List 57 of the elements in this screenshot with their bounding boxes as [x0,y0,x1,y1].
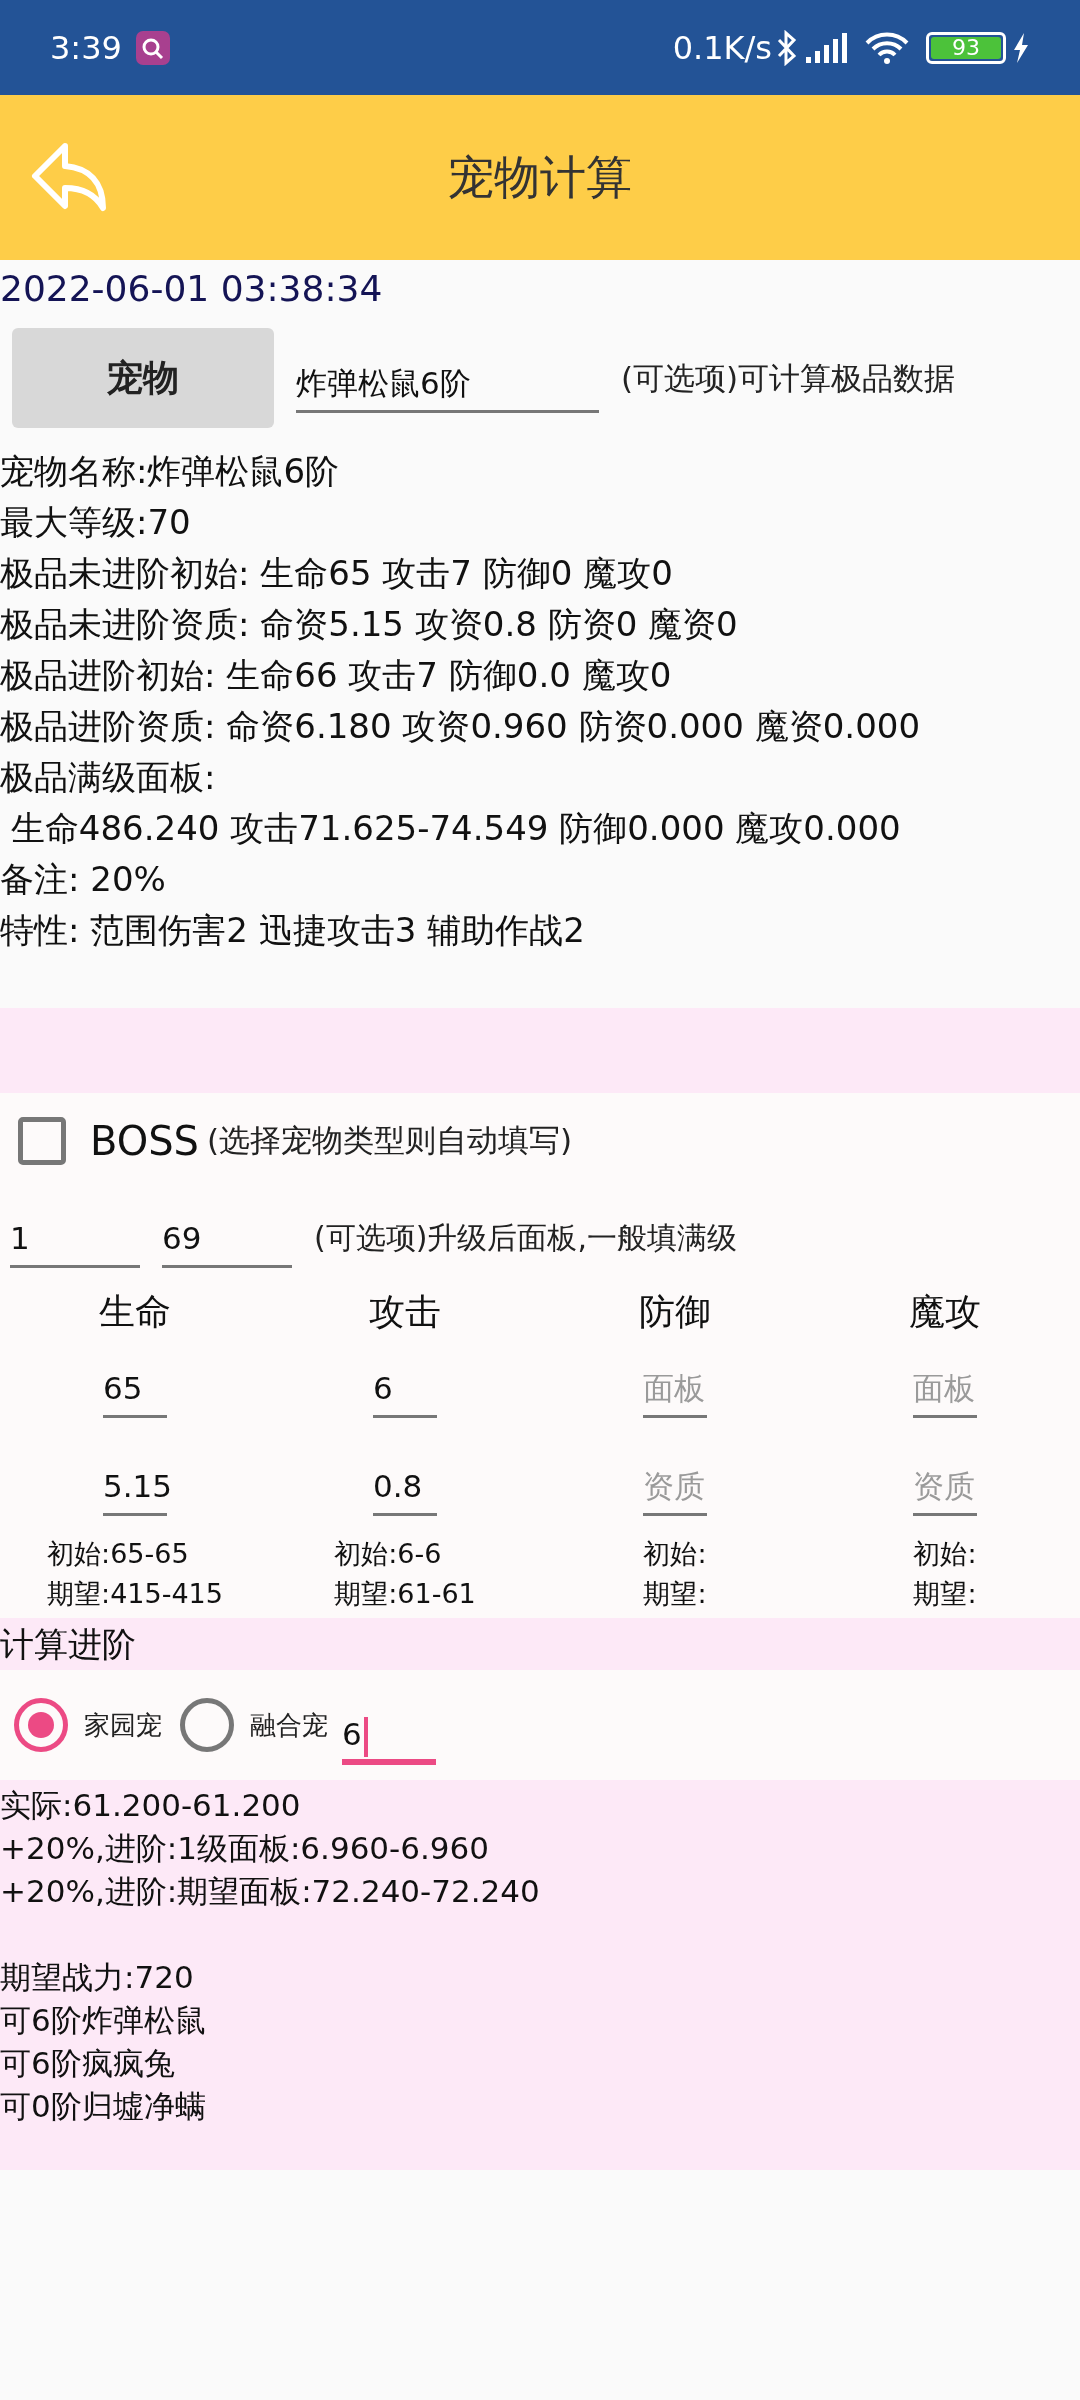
page-title: 宠物计算 [448,149,632,206]
level-to-field[interactable]: 69 [162,1214,292,1268]
aptitude-field[interactable]: 0.8 [373,1456,437,1516]
radio-label: 家园宠 [84,1708,162,1742]
initial-range: 初始:65-65 [47,1537,189,1571]
result-line: 实际:61.200-61.200 [0,1786,301,1825]
info-line: 特性: 范围伤害2 迅捷攻击3 辅助作战2 [0,909,585,952]
result-line: 可0阶归墟净螨 [0,2087,206,2126]
initial-range: 初始: [643,1537,707,1571]
result-line: 期望战力:720 [0,1958,194,1997]
radio-button[interactable] [14,1698,68,1752]
status-time: 3:39 [50,27,122,69]
panel-field[interactable]: 6 [373,1358,437,1418]
expected-range: 期望: [913,1577,977,1611]
result-line: 可6阶炸弹松鼠 [0,2001,206,2040]
panel-field[interactable]: 65 [103,1358,167,1418]
info-line: 极品进阶资质: 命资6.180 攻资0.960 防资0.000 魔资0.000 [0,705,921,748]
section-title: 计算进阶 [0,1622,136,1666]
pet-button[interactable]: 宠物 [12,328,274,428]
info-line: 极品未进阶资质: 命资5.15 攻资0.8 防资0 魔资0 [0,603,738,646]
pet-name-field[interactable]: 炸弹松鼠6阶 [296,343,599,413]
pet-hint: (可选项)可计算极品数据 [621,358,956,398]
info-line: 生命486.240 攻击71.625-74.549 防御0.000 魔攻0.000 [9,807,901,850]
timestamp: 2022-06-01 03:38:34 [0,267,383,311]
boss-checkbox[interactable] [18,1116,66,1165]
radio-button[interactable] [180,1698,234,1752]
stat-header: 攻击 [369,1290,441,1334]
result-line: +20%,进阶:期望面板:72.240-72.240 [0,1872,540,1911]
info-line: 宠物名称:炸弹松鼠6阶 [0,450,340,493]
info-line: 极品未进阶初始: 生命65 攻击7 防御0 魔攻0 [0,552,673,595]
stat-header: 生命 [99,1290,171,1334]
info-line: 极品满级面板: [0,756,216,799]
network-speed: 0.1K/s [672,27,772,69]
charging-icon [1012,32,1030,63]
initial-range: 初始: [913,1537,977,1571]
stat-header: 防御 [639,1290,711,1334]
level-from-field[interactable]: 1 [10,1214,140,1268]
expected-range: 期望:415-415 [47,1577,223,1611]
expected-range: 期望: [643,1577,707,1611]
signal-icon [804,30,850,65]
advance-level-field[interactable]: 6 [342,1705,436,1765]
boss-hint: (选择宠物类型则自动填写) [207,1121,573,1161]
result-line: +20%,进阶:1级面板:6.960-6.960 [0,1829,490,1868]
info-line: 极品进阶初始: 生命66 攻击7 防御0.0 魔攻0 [0,654,672,697]
info-line: 最大等级:70 [0,501,191,544]
battery-indicator: 93 [926,31,1006,64]
expected-range: 期望:61-61 [334,1577,476,1611]
info-line: 备注: 20% [0,858,166,901]
boss-label: BOSS [90,1116,199,1166]
result-line: 可6阶疯疯兔 [0,2044,175,2083]
bluetooth-icon [776,29,798,66]
stat-header: 魔攻 [909,1290,981,1334]
initial-range: 初始:6-6 [334,1537,442,1571]
level-hint: (可选项)升级后面板,一般填满级 [314,1219,737,1257]
app-notification-icon [135,30,170,65]
wifi-icon [864,30,910,65]
radio-label: 融合宠 [250,1708,328,1742]
